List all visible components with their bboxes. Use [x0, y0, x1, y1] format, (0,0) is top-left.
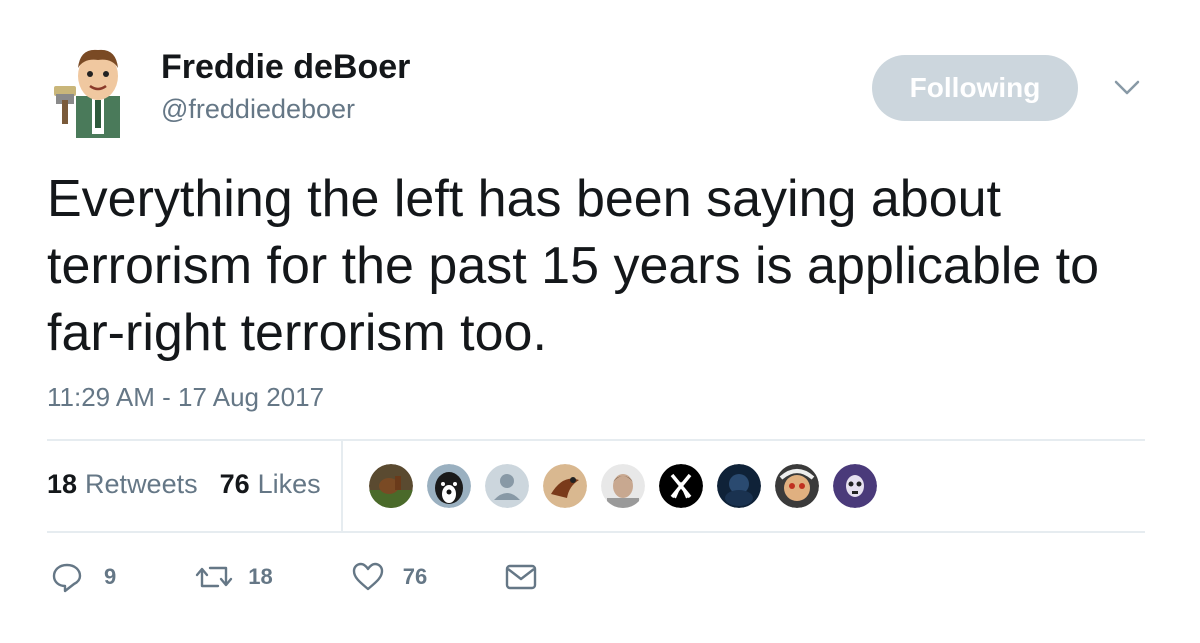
like-action[interactable]: 76	[351, 560, 427, 594]
liker-avatar-horse-icon[interactable]	[367, 462, 415, 510]
retweets-stat[interactable]: 18 Retweets	[47, 466, 198, 502]
liker-avatars	[367, 462, 879, 510]
liker-avatar-bird-art-icon[interactable]	[541, 462, 589, 510]
retweet-action[interactable]: 18	[194, 560, 273, 594]
likes-label: Likes	[257, 469, 321, 499]
tweet-actions: 9 18 76	[50, 560, 537, 594]
following-button[interactable]: Following	[872, 55, 1078, 121]
envelope-icon	[506, 564, 537, 590]
author-avatar[interactable]	[46, 38, 146, 138]
tweet-timestamp[interactable]: 11:29 AM - 17 Aug 2017	[47, 381, 324, 413]
liker-avatar-man-portrait-icon[interactable]	[599, 462, 647, 510]
retweet-icon	[196, 566, 233, 588]
heart-icon	[352, 562, 383, 591]
tweet-text: Everything the left has been saying abou…	[47, 170, 1100, 362]
stats-separator	[341, 441, 343, 531]
engagement-stats: 18 Retweets 76 Likes	[47, 466, 321, 502]
reply-action[interactable]: 9	[50, 560, 116, 594]
cartoon-man-avatar-icon	[54, 49, 120, 138]
likes-count: 76	[219, 469, 250, 499]
liker-avatar-letter-x-icon[interactable]	[657, 462, 705, 510]
divider-top	[47, 439, 1145, 441]
author-handle[interactable]: @freddiedeboer	[161, 93, 355, 125]
liker-avatar-dog-icon[interactable]	[425, 462, 473, 510]
liker-avatar-default-person-icon[interactable]	[483, 462, 531, 510]
direct-message-action[interactable]	[505, 563, 537, 591]
like-count: 76	[402, 564, 428, 589]
author-name[interactable]: Freddie deBoer	[161, 47, 410, 87]
liker-avatar-cartoon-face-icon[interactable]	[773, 462, 821, 510]
liker-avatar-dark-blue-icon[interactable]	[715, 462, 763, 510]
liker-avatar-skull-purple-icon[interactable]	[831, 462, 879, 510]
more-options-chevron-down-icon[interactable]	[1112, 76, 1142, 100]
retweet-count: 18	[248, 564, 273, 589]
divider-bottom	[47, 531, 1145, 533]
retweets-count: 18	[47, 469, 78, 499]
likes-stat[interactable]: 76 Likes	[220, 466, 321, 502]
reply-icon	[52, 563, 82, 593]
reply-count: 9	[104, 564, 117, 589]
retweets-label: Retweets	[85, 469, 198, 499]
